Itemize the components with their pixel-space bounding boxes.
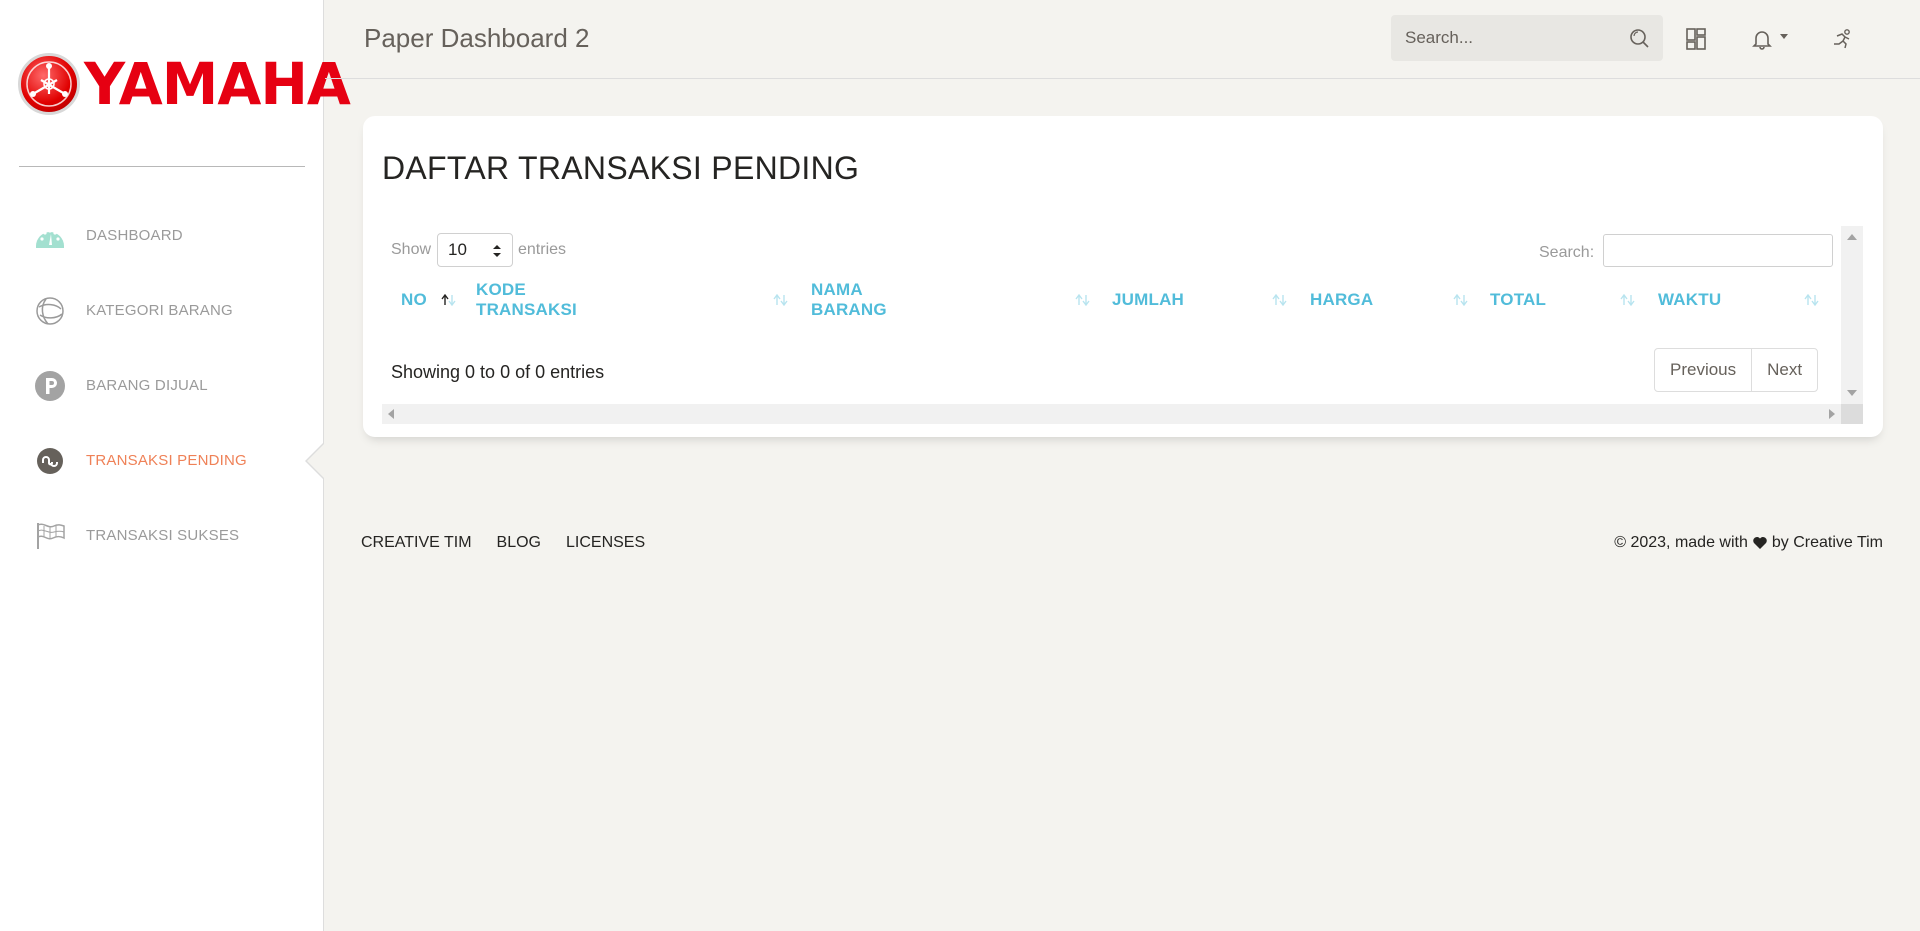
heart-icon xyxy=(1752,536,1768,550)
column-header-total[interactable]: TOTAL xyxy=(1490,284,1546,316)
speedometer-icon xyxy=(34,220,66,252)
pending-transactions-card: DAFTAR TRANSAKSI PENDING Show 10 entries… xyxy=(363,116,1883,437)
scroll-up-icon[interactable] xyxy=(1847,234,1857,240)
pagination: Previous Next xyxy=(1654,348,1819,392)
yamaha-emblem-icon xyxy=(18,53,80,115)
sidebar-item-transaksi-pending[interactable]: TRANSAKSI PENDING xyxy=(0,423,324,498)
sidebar-item-label: TRANSAKSI PENDING xyxy=(86,452,247,469)
next-button[interactable]: Next xyxy=(1751,349,1817,391)
sidebar-item-barang-dijual[interactable]: BARANG DIJUAL xyxy=(0,348,324,423)
entries-length-select[interactable]: 10 xyxy=(437,233,513,267)
copyright: © 2023, made with by Creative Tim xyxy=(1614,534,1883,552)
sidebar-divider xyxy=(19,166,305,167)
notifications-bell-icon[interactable] xyxy=(1752,28,1796,50)
stumbleupon-icon xyxy=(34,445,66,477)
scrollbar-corner xyxy=(1841,404,1863,424)
previous-button[interactable]: Previous xyxy=(1655,349,1751,391)
globe-icon xyxy=(34,295,66,327)
footer-link-blog[interactable]: BLOG xyxy=(497,534,541,552)
sidebar-item-kategori-barang[interactable]: KATEGORI BARANG xyxy=(0,273,324,348)
search-icon[interactable] xyxy=(1629,28,1649,48)
sidebar-item-label: KATEGORI BARANG xyxy=(86,302,233,319)
sort-icon xyxy=(773,293,788,307)
scroll-down-icon[interactable] xyxy=(1847,390,1857,396)
copyright-suffix: by Creative Tim xyxy=(1771,534,1883,551)
sort-icon xyxy=(1272,293,1287,307)
sidebar-nav: DASHBOARD KATEGORI BARANG BARANG DIJUAL … xyxy=(0,198,324,573)
sidebar-item-transaksi-sukses[interactable]: TRANSAKSI SUKSES xyxy=(0,498,324,573)
flag-icon xyxy=(34,520,66,552)
scroll-right-icon[interactable] xyxy=(1829,409,1835,419)
sort-icon xyxy=(1620,293,1635,307)
card-title: DAFTAR TRANSAKSI PENDING xyxy=(382,150,860,186)
table-search-input[interactable] xyxy=(1603,234,1833,267)
search-input[interactable] xyxy=(1391,15,1611,61)
select-caret-icon xyxy=(492,243,502,259)
sort-icon xyxy=(1075,293,1090,307)
column-header-jumlah[interactable]: JUMLAH xyxy=(1112,284,1184,316)
column-header-nama-barang[interactable]: NAMA BARANG xyxy=(811,280,887,319)
logo-text: YAMAHA xyxy=(84,50,351,118)
sidebar: YAMAHA DASHBOARD KATEGORI BARANG BARANG … xyxy=(0,0,351,931)
column-header-waktu[interactable]: WAKTU xyxy=(1658,284,1721,316)
sidebar-item-label: TRANSAKSI SUKSES xyxy=(86,527,240,544)
table-info: Showing 0 to 0 of 0 entries xyxy=(391,362,605,382)
entries-value: 10 xyxy=(448,240,467,259)
copyright-prefix: © 2023, made with xyxy=(1614,534,1748,551)
column-header-kode-transaksi[interactable]: KODE TRANSAKSI xyxy=(476,280,577,319)
top-navbar: Paper Dashboard 2 xyxy=(325,0,1920,79)
scroll-left-icon[interactable] xyxy=(388,409,394,419)
show-label: Show xyxy=(391,241,432,258)
layout-grid-icon[interactable] xyxy=(1686,28,1708,50)
table-search-label: Search: xyxy=(1539,244,1595,261)
sidebar-item-dashboard[interactable]: DASHBOARD xyxy=(0,198,324,273)
column-header-no[interactable]: NO xyxy=(401,284,427,316)
sort-icon xyxy=(1804,293,1819,307)
column-header-harga[interactable]: HARGA xyxy=(1310,284,1373,316)
parking-circle-icon xyxy=(34,370,66,402)
sidebar-item-label: DASHBOARD xyxy=(86,227,183,244)
page-title[interactable]: Paper Dashboard 2 xyxy=(364,23,589,54)
footer-link-creative-tim[interactable]: CREATIVE TIM xyxy=(361,534,472,552)
vertical-scrollbar[interactable] xyxy=(1841,226,1863,424)
logo[interactable]: YAMAHA xyxy=(18,52,351,116)
footer-link-licenses[interactable]: LICENSES xyxy=(566,534,645,552)
sidebar-item-label: BARANG DIJUAL xyxy=(86,377,208,394)
footer-links: CREATIVE TIM BLOG LICENSES xyxy=(361,534,670,552)
entries-label: entries xyxy=(518,241,567,258)
sort-asc-icon xyxy=(441,293,456,307)
horizontal-scrollbar[interactable] xyxy=(382,404,1841,424)
navbar-search xyxy=(1391,15,1663,61)
running-person-icon[interactable] xyxy=(1831,28,1853,50)
sort-icon xyxy=(1453,293,1468,307)
